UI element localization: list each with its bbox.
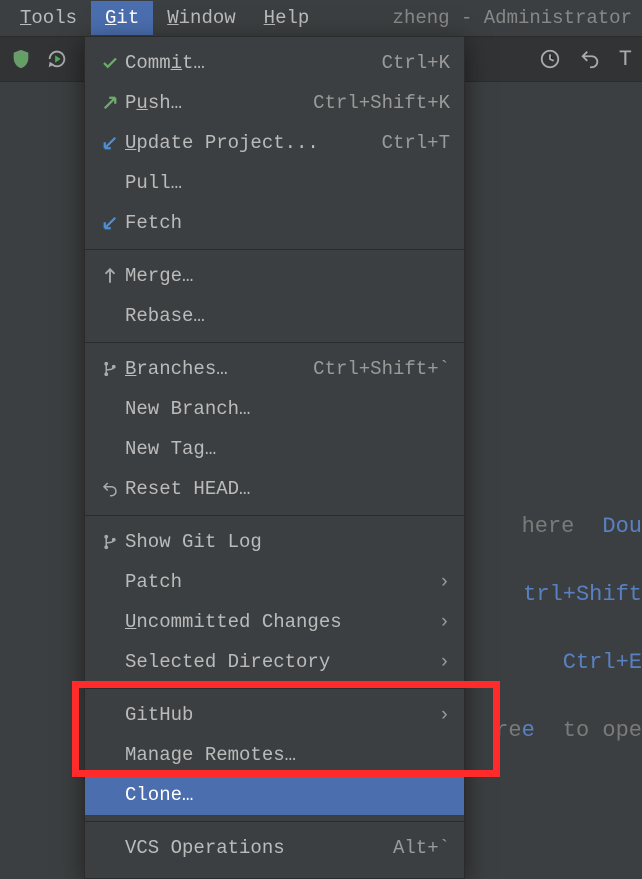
menu-fetch[interactable]: Fetch (85, 203, 464, 243)
fetch-arrow-icon (95, 214, 125, 232)
chevron-right-icon: › (439, 571, 450, 593)
menu-manage-remotes[interactable]: Manage Remotes… (85, 735, 464, 775)
menu-vcs-operations[interactable]: VCS Operations Alt+` (85, 828, 464, 868)
menu-uncommitted-changes[interactable]: Uncommitted Changes › (85, 602, 464, 642)
menu-new-tag[interactable]: New Tag… (85, 429, 464, 469)
menu-selected-directory[interactable]: Selected Directory › (85, 642, 464, 682)
menu-separator (85, 821, 464, 822)
menu-separator (85, 249, 464, 250)
menu-separator (85, 342, 464, 343)
shield-run-icon[interactable] (10, 48, 32, 70)
git-menu-dropdown: Commit… Ctrl+K Push… Ctrl+Shift+K Update… (84, 36, 465, 879)
menu-new-branch[interactable]: New Branch… (85, 389, 464, 429)
menu-tools[interactable]: Tools (6, 1, 91, 35)
merge-icon (95, 267, 125, 285)
menu-pull[interactable]: Pull… (85, 163, 464, 203)
push-arrow-icon (95, 94, 125, 112)
reset-icon (95, 480, 125, 498)
undo-icon[interactable] (579, 48, 601, 70)
menu-reset-head[interactable]: Reset HEAD… (85, 469, 464, 509)
menu-clone[interactable]: Clone… (85, 775, 464, 815)
menu-github[interactable]: GitHub › (85, 695, 464, 735)
chevron-right-icon: › (439, 704, 450, 726)
branch-icon (95, 360, 125, 378)
branch-icon (95, 533, 125, 551)
menu-git[interactable]: Git (91, 1, 153, 35)
check-icon (95, 54, 125, 72)
menu-show-git-log[interactable]: Show Git Log (85, 522, 464, 562)
menu-rebase[interactable]: Rebase… (85, 296, 464, 336)
menu-window[interactable]: Window (153, 1, 249, 35)
chevron-right-icon: › (439, 651, 450, 673)
menu-push[interactable]: Push… Ctrl+Shift+K (85, 83, 464, 123)
menu-branches[interactable]: Branches… Ctrl+Shift+` (85, 349, 464, 389)
menu-patch[interactable]: Patch › (85, 562, 464, 602)
menu-separator (85, 515, 464, 516)
toolbar-more[interactable]: T (619, 47, 632, 72)
menu-separator (85, 688, 464, 689)
chevron-right-icon: › (439, 611, 450, 633)
menu-help[interactable]: Help (250, 1, 324, 35)
menubar: Tools Git Window Help zheng - Administra… (0, 0, 642, 36)
menu-update-project[interactable]: Update Project... Ctrl+T (85, 123, 464, 163)
window-title: zheng - Administrator (393, 7, 642, 29)
update-arrow-icon (95, 134, 125, 152)
refresh-run-icon[interactable] (46, 48, 68, 70)
menu-merge[interactable]: Merge… (85, 256, 464, 296)
menu-commit[interactable]: Commit… Ctrl+K (85, 43, 464, 83)
history-icon[interactable] (539, 48, 561, 70)
